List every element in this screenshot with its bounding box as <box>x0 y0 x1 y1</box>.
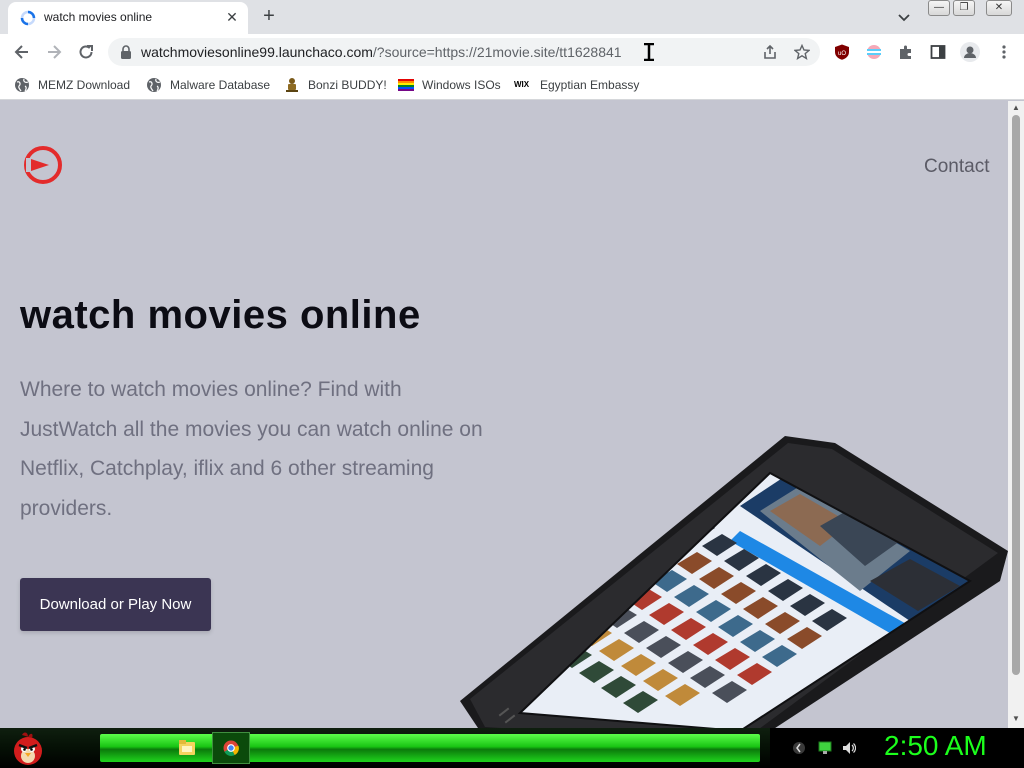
back-icon[interactable] <box>12 42 32 62</box>
bookmark-memz[interactable]: MEMZ Download <box>14 76 130 94</box>
nav-contact-link[interactable]: Contact <box>924 156 989 178</box>
url-text[interactable]: watchmoviesonline99.launchaco.com/?sourc… <box>141 44 622 60</box>
globe-icon <box>147 78 161 92</box>
bookmark-label: Bonzi BUDDY! <box>308 78 387 92</box>
bonzi-icon <box>286 78 298 92</box>
tab-title: watch movies online <box>44 10 153 24</box>
taskbar: 2:50 AM <box>0 728 1024 768</box>
forward-icon[interactable] <box>44 42 64 62</box>
bookmark-label: Malware Database <box>170 78 271 92</box>
ublock-icon[interactable]: uO <box>834 44 850 60</box>
start-button-angry-bird-icon[interactable] <box>6 729 48 767</box>
lock-icon[interactable] <box>120 45 132 59</box>
windows-flag-icon <box>398 79 414 91</box>
tab-close-icon[interactable]: ✕ <box>224 9 240 25</box>
loading-icon <box>20 10 36 26</box>
url-path: /?source=https://21movie.site/tt1628841 <box>372 44 622 60</box>
tray-arrows-icon[interactable] <box>792 741 806 755</box>
bookmark-label: Windows ISOs <box>422 78 501 92</box>
tab-strip: watch movies online ✕ + — ❐ ✕ <box>0 0 1024 34</box>
site-logo-icon[interactable] <box>24 146 62 184</box>
bookmark-malware-database[interactable]: Malware Database <box>146 76 270 94</box>
address-bar[interactable]: watchmoviesonline99.launchaco.com/?sourc… <box>108 38 820 66</box>
new-tab-button[interactable]: + <box>258 6 280 28</box>
puzzle-extensions-icon[interactable] <box>898 44 914 60</box>
scroll-up-arrow-icon[interactable]: ▲ <box>1011 104 1021 112</box>
profile-avatar-icon[interactable] <box>960 42 980 62</box>
bookmark-egyptian-embassy[interactable]: WIX Egyptian Embassy <box>514 76 639 94</box>
phone-mockup-image <box>460 436 1008 728</box>
bookmark-star-icon[interactable] <box>794 44 810 60</box>
share-icon[interactable] <box>762 44 778 60</box>
svg-text:uO: uO <box>838 51 846 57</box>
taskbar-clock[interactable]: 2:50 AM <box>884 730 987 762</box>
bookmarks-bar: MEMZ Download Malware Database Bonzi BUD… <box>0 70 1024 100</box>
download-play-button[interactable]: Download or Play Now <box>20 578 211 631</box>
web-page: Contact watch movies online Where to wat… <box>0 101 1008 728</box>
scroll-down-arrow-icon[interactable]: ▼ <box>1011 715 1021 723</box>
url-host: watchmoviesonline99.launchaco.com <box>141 44 373 60</box>
restore-button[interactable]: ❐ <box>953 0 975 16</box>
volume-icon[interactable] <box>842 741 856 755</box>
text-cursor-icon <box>644 43 654 61</box>
chevron-down-icon[interactable] <box>896 9 912 25</box>
reload-icon[interactable] <box>76 42 96 62</box>
bookmark-label: MEMZ Download <box>38 78 131 92</box>
kebab-menu-icon[interactable] <box>996 44 1012 60</box>
globe-icon <box>15 78 29 92</box>
side-panel-icon[interactable] <box>930 44 946 60</box>
close-window-button[interactable]: ✕ <box>986 0 1012 16</box>
network-icon[interactable] <box>818 741 832 755</box>
page-headline: watch movies online <box>20 293 421 337</box>
tab-active[interactable]: watch movies online ✕ <box>8 2 248 34</box>
wix-icon: WIX <box>514 80 530 89</box>
pride-extension-icon[interactable] <box>866 44 882 60</box>
minimize-button[interactable]: — <box>928 0 950 16</box>
bookmark-label: Egyptian Embassy <box>540 78 640 92</box>
chrome-taskbar-icon[interactable] <box>212 732 250 764</box>
page-scrollbar[interactable]: ▲ ▼ <box>1008 101 1024 728</box>
scroll-thumb[interactable] <box>1012 115 1020 675</box>
bookmark-windows-isos[interactable]: Windows ISOs <box>398 76 501 94</box>
page-subtext: Where to watch movies online? Find with … <box>20 378 483 520</box>
file-explorer-icon[interactable] <box>172 733 202 763</box>
browser-toolbar: watchmoviesonline99.launchaco.com/?sourc… <box>0 34 1024 70</box>
bookmark-bonzi-buddy[interactable]: Bonzi BUDDY! <box>284 76 387 94</box>
